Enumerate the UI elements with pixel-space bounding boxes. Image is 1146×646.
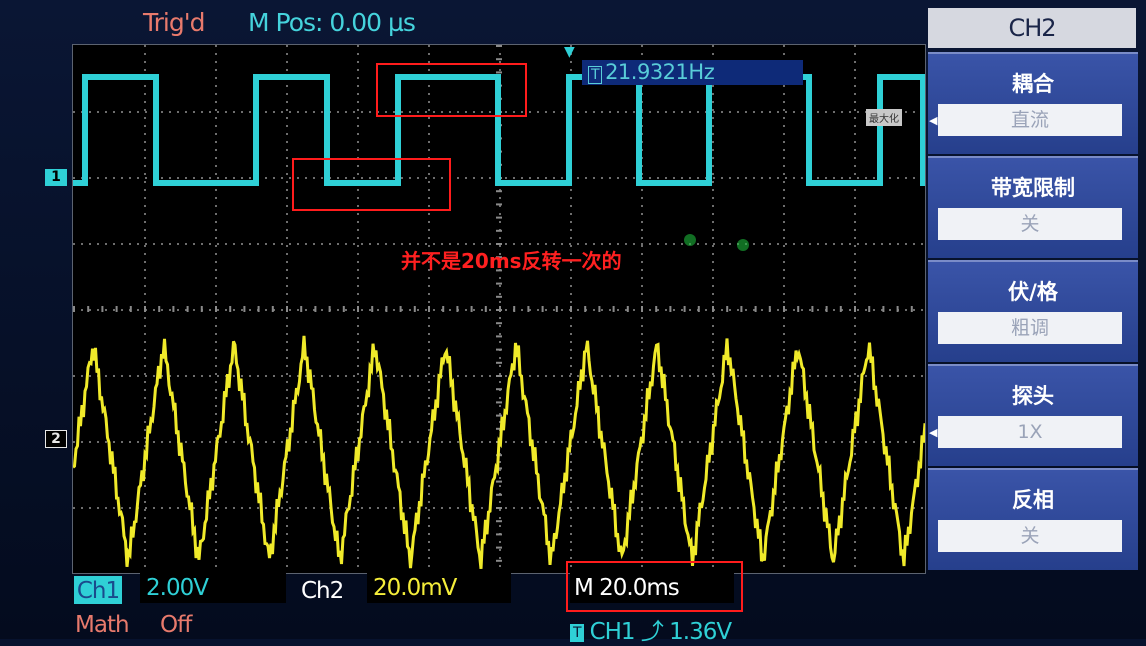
menu-item-volts-div[interactable]: 伏/格 粗调 — [928, 260, 1138, 362]
math-label: Math — [75, 612, 130, 638]
annotation-box-high — [376, 63, 527, 117]
menu-title: CH2 — [928, 8, 1136, 48]
menu-item-value: 1X — [938, 416, 1122, 448]
trigger-icon: T — [588, 66, 603, 84]
ch1-label: Ch1 — [74, 576, 122, 604]
trigger-position-arrow-icon: ▼ — [564, 44, 575, 60]
trigger-status: Trig'd — [143, 8, 205, 37]
frequency-value: 21.9321Hz — [605, 60, 715, 84]
menu-item-label: 耦合 — [1012, 72, 1054, 96]
menu-item-value: 关 — [938, 520, 1122, 552]
menu-item-coupling[interactable]: 耦合 ◀ 直流 — [928, 52, 1138, 154]
menu-item-value: 直流 — [938, 104, 1122, 136]
timebase-readout: M 20.0ms — [570, 573, 734, 603]
ch1-scale: 2.00V — [140, 573, 286, 603]
waveform-traces — [73, 74, 925, 569]
trigger-source-value: CH1 ⤴ 1.36V — [589, 619, 733, 645]
maximize-button[interactable]: 最大化 — [866, 109, 902, 126]
ch2-scale: 20.0mV — [367, 573, 511, 603]
menu-item-label: 伏/格 — [1008, 280, 1058, 304]
waveform-display — [72, 44, 926, 574]
side-menu: CH2 耦合 ◀ 直流 带宽限制 关 伏/格 粗调 探头 ◀ 1X 反相 关 — [928, 8, 1138, 636]
ch2-trace — [73, 335, 925, 569]
menu-item-bandwidth-limit[interactable]: 带宽限制 关 — [928, 156, 1138, 258]
annotation-text: 并不是20ms反转一次的 — [401, 249, 622, 273]
menu-item-value: 粗调 — [938, 312, 1122, 344]
menu-item-invert[interactable]: 反相 关 — [928, 468, 1138, 570]
menu-item-label: 带宽限制 — [991, 176, 1075, 200]
menu-item-probe[interactable]: 探头 ◀ 1X — [928, 364, 1138, 466]
main-position-readout: M Pos: 0.00 µs — [248, 8, 416, 37]
menu-item-label: 反相 — [1012, 488, 1054, 512]
oscilloscope-screen: Trig'd M Pos: 0.00 µs ▼ 1 2 T 21.9321Hz 最… — [0, 0, 1146, 645]
menu-item-label: 探头 — [1012, 384, 1054, 408]
menu-arrow-icon: ◀ — [929, 426, 938, 439]
screen-reflection — [737, 239, 749, 251]
menu-item-value: 关 — [938, 208, 1122, 240]
ch2-label: Ch2 — [301, 578, 344, 604]
annotation-box-low — [292, 158, 451, 211]
frequency-readout: T 21.9321Hz — [582, 60, 803, 85]
ch1-ground-marker: 1 — [45, 169, 67, 186]
ch2-ground-marker: 2 — [45, 430, 67, 448]
trigger-source-readout: T CH1 ⤴ 1.36V — [570, 612, 733, 646]
menu-arrow-icon: ◀ — [929, 114, 938, 127]
screen-reflection — [684, 234, 696, 246]
math-state: Off — [160, 612, 192, 638]
